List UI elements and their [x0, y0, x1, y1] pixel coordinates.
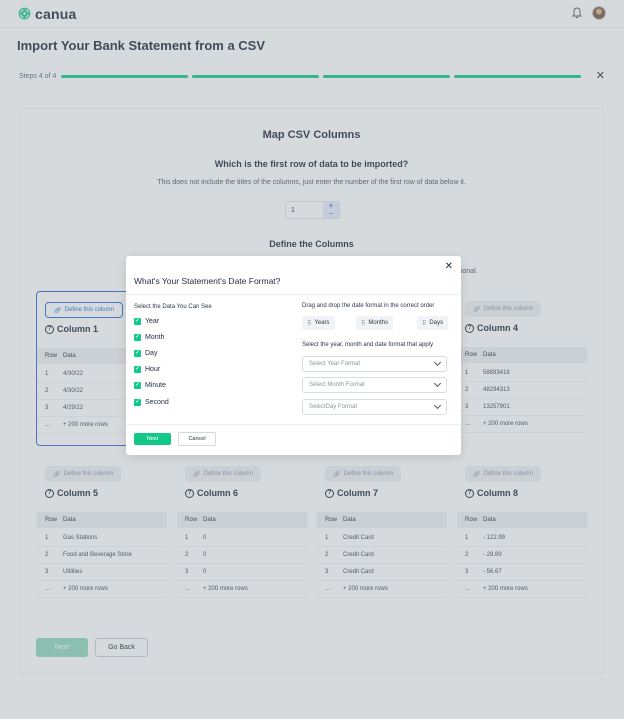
option-day[interactable]: ✓ Day: [134, 350, 157, 357]
day-format-select[interactable]: SelectDay Format: [302, 399, 447, 415]
checkbox-checked-icon[interactable]: ✓: [134, 350, 141, 357]
drag-order-label: Drag and drop the date format in the cor…: [302, 303, 435, 309]
option-second[interactable]: ✓ Second: [134, 399, 169, 406]
close-icon[interactable]: ✕: [445, 261, 453, 272]
drag-handle-icon[interactable]: ⠿: [307, 320, 312, 327]
option-minute[interactable]: ✓ Minute: [134, 382, 166, 389]
checkbox-checked-icon[interactable]: ✓: [134, 399, 141, 406]
drag-handle-icon[interactable]: ⠿: [422, 320, 427, 327]
chevron-down-icon: [433, 401, 442, 410]
option-year[interactable]: ✓ Year: [134, 318, 159, 325]
chevron-down-icon: [433, 358, 442, 367]
modal-next-button[interactable]: Next: [134, 433, 171, 445]
chevron-down-icon: [433, 379, 442, 388]
chip-days[interactable]: ⠿ Days: [417, 316, 449, 330]
format-select-label: Select the year, month and date format t…: [302, 342, 434, 348]
year-format-select[interactable]: Select Year Format: [302, 356, 447, 372]
option-hour[interactable]: ✓ Hour: [134, 366, 160, 373]
drag-handle-icon[interactable]: ⠿: [361, 320, 366, 327]
chip-months[interactable]: ⠿ Months: [356, 316, 394, 330]
modal-title: What's Your Statement's Date Format?: [134, 276, 281, 286]
checkbox-checked-icon[interactable]: ✓: [134, 334, 141, 341]
month-format-select[interactable]: Select Month Format: [302, 377, 447, 393]
checkbox-checked-icon[interactable]: ✓: [134, 366, 141, 373]
modal-divider: [126, 424, 461, 425]
visible-data-label: Select the Data You Can See: [134, 304, 212, 310]
chip-years[interactable]: ⠿ Years: [302, 316, 335, 330]
checkbox-checked-icon[interactable]: ✓: [134, 382, 141, 389]
modal-divider: [126, 294, 461, 295]
option-month[interactable]: ✓ Month: [134, 334, 164, 341]
modal-cancel-button[interactable]: Cancel: [178, 432, 216, 446]
date-format-modal: ✕ What's Your Statement's Date Format? S…: [126, 256, 461, 455]
checkbox-checked-icon[interactable]: ✓: [134, 318, 141, 325]
